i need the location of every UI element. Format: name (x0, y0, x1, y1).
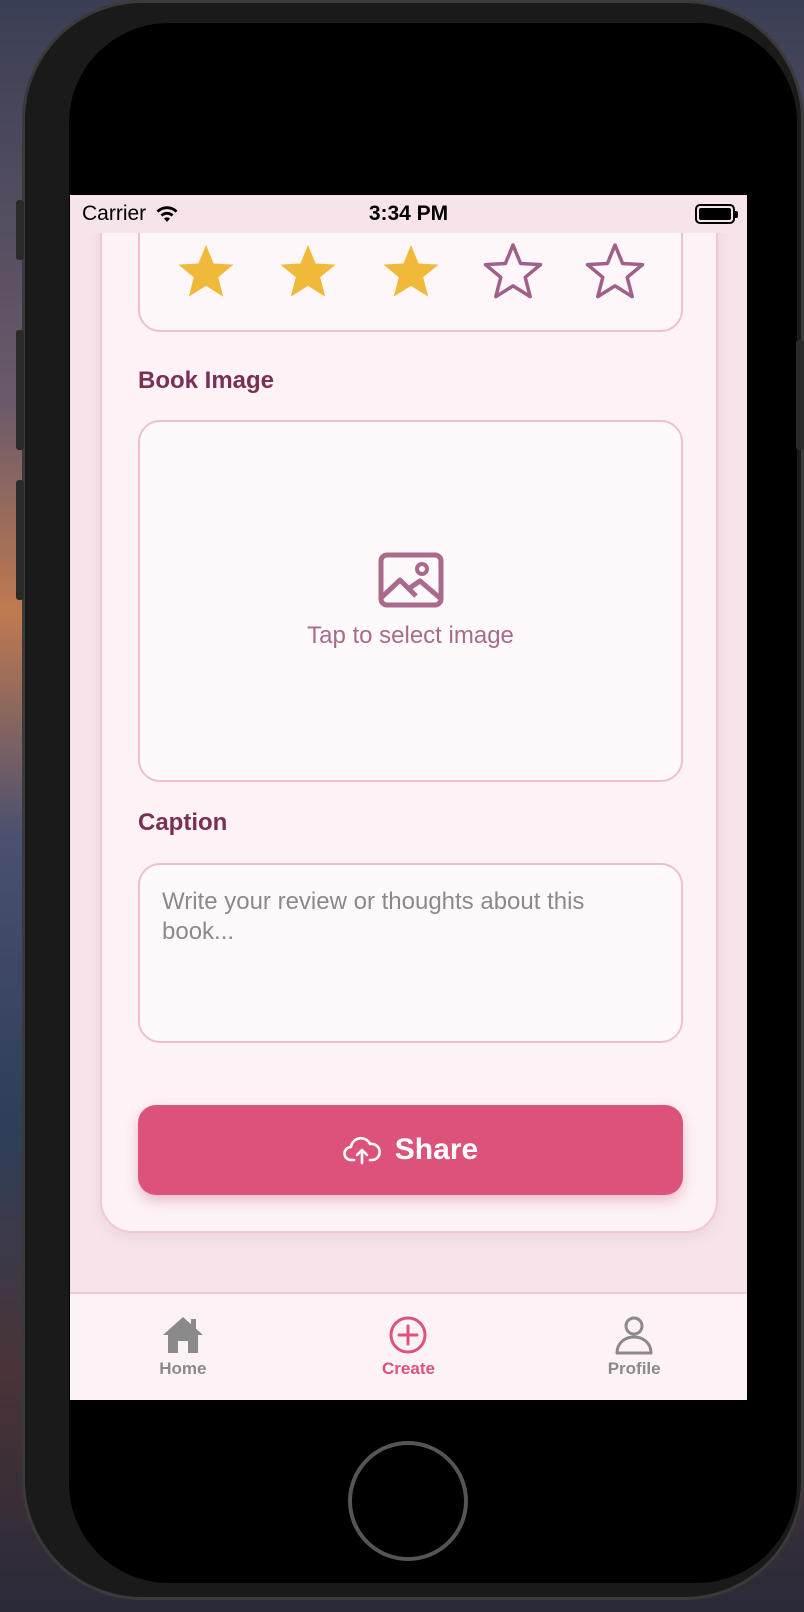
caption-input[interactable] (140, 865, 681, 1041)
star-filled-icon[interactable] (381, 242, 441, 302)
book-image-label: Book Image (138, 367, 275, 394)
mute-switch (16, 200, 24, 260)
create-post-card: Book Image Tap to select image Caption S… (100, 195, 718, 1233)
star-filled-icon[interactable] (278, 242, 338, 302)
battery-icon (695, 204, 738, 224)
share-button[interactable]: Share (138, 1105, 683, 1195)
power-button (796, 340, 804, 450)
star-empty-icon[interactable] (585, 242, 645, 302)
wifi-icon (156, 206, 178, 222)
star-rating (176, 242, 645, 302)
status-bar: Carrier 3:34 PM (70, 195, 747, 233)
volume-up-button (16, 330, 24, 450)
image-icon (378, 552, 443, 608)
image-picker-hint: Tap to select image (307, 622, 514, 649)
volume-down-button (16, 480, 24, 600)
tab-home[interactable]: Home (108, 1315, 258, 1379)
tab-bar: Home Create Profile (70, 1292, 747, 1400)
plus-circle-icon (389, 1316, 427, 1354)
caption-label: Caption (138, 809, 228, 836)
caption-field (138, 863, 683, 1043)
tab-create-label: Create (382, 1359, 435, 1378)
home-button[interactable] (348, 1441, 468, 1561)
star-filled-icon[interactable] (176, 242, 236, 302)
cloud-upload-icon (343, 1136, 381, 1165)
star-empty-icon[interactable] (483, 242, 543, 302)
app-screen: Carrier 3:34 PM Book Image Tap to select… (70, 195, 747, 1400)
home-icon (162, 1317, 203, 1353)
person-icon (615, 1316, 653, 1355)
tab-create[interactable]: Create (333, 1315, 483, 1379)
share-button-label: Share (394, 1133, 479, 1166)
image-picker[interactable]: Tap to select image (138, 420, 683, 782)
tab-home-label: Home (159, 1359, 207, 1378)
tab-profile[interactable]: Profile (559, 1315, 709, 1379)
carrier-label: Carrier (82, 202, 147, 225)
tab-profile-label: Profile (607, 1359, 661, 1378)
